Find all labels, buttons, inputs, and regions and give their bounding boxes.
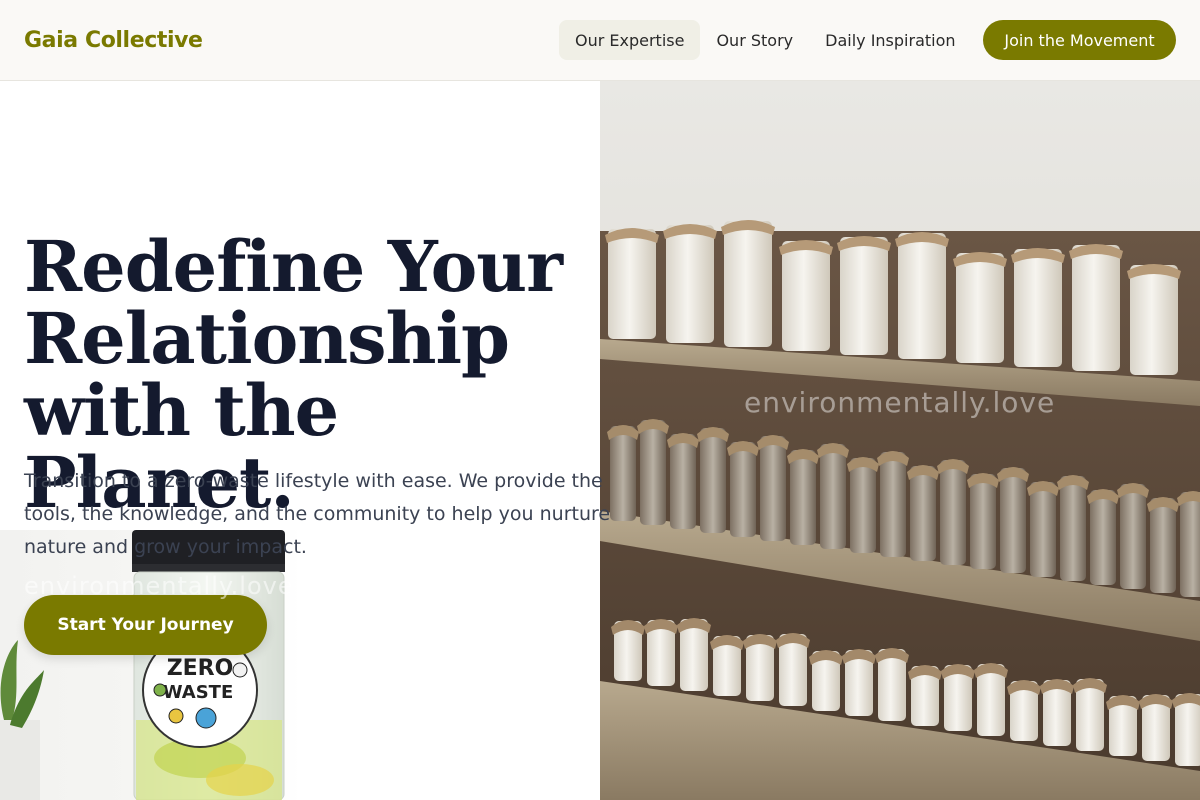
jar [790,450,816,545]
jar [666,225,714,343]
site-header: Gaia Collective Our Expertise Our Story … [0,0,1200,81]
jar [1000,468,1026,573]
jar [760,436,786,541]
start-journey-button[interactable]: Start Your Journey [24,595,267,655]
main-nav: Our Expertise Our Story Daily Inspiratio… [559,20,972,60]
jar [850,458,876,553]
nav-our-expertise[interactable]: Our Expertise [559,20,701,60]
jar [820,444,846,549]
pantry-jars-photo [600,81,1200,800]
headline-line-1: Redefine Your [24,225,563,308]
jar [730,442,756,537]
jar [940,460,966,565]
jar [1072,245,1120,371]
hero-text-section: Redefine Your Relationship with the Plan… [0,81,610,800]
jar [724,221,772,347]
jar [898,233,946,359]
jar [970,474,996,569]
hero-subcopy: Transition to a zero-waste lifestyle wit… [24,470,611,558]
jar [880,452,906,557]
jar [1150,498,1176,593]
jar [840,237,888,355]
jar [608,229,656,339]
nav-daily-inspiration[interactable]: Daily Inspiration [809,20,971,60]
jar [782,241,830,351]
jar [956,253,1004,363]
headline-line-2: Relationship [24,297,510,380]
jar [1060,476,1086,581]
jar [1120,484,1146,589]
jar [1014,249,1062,367]
jar [1130,265,1178,375]
jar [670,434,696,529]
join-movement-button[interactable]: Join the Movement [983,20,1176,60]
jar [1090,490,1116,585]
bottle-image-watermark: environmentally.love [24,572,294,600]
brand-logo[interactable]: Gaia Collective [24,28,203,53]
jar [1030,482,1056,577]
jar [1180,492,1200,597]
jar [700,428,726,533]
jar [640,420,666,525]
jar [910,466,936,561]
pantry-photo-watermark: environmentally.love [744,386,1056,419]
nav-our-story[interactable]: Our Story [700,20,809,60]
